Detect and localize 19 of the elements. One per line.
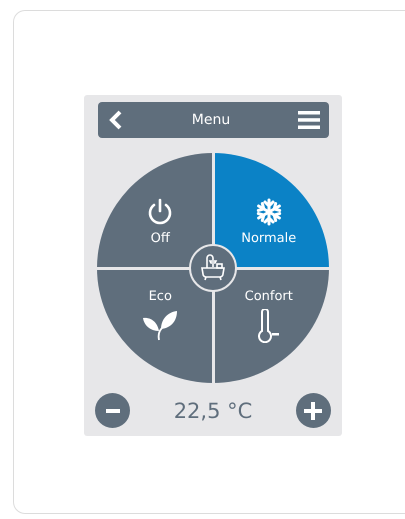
power-icon xyxy=(147,198,174,226)
back-button[interactable] xyxy=(108,110,124,130)
bathtub-icon xyxy=(199,254,227,282)
leaf-icon xyxy=(142,308,178,340)
mode-button[interactable]: Off xyxy=(97,153,212,266)
plus-icon xyxy=(303,400,324,420)
decrease-button[interactable] xyxy=(95,393,130,428)
mode-button[interactable]: Normale xyxy=(214,153,329,266)
increase-button[interactable] xyxy=(296,393,331,428)
mode-button[interactable]: Eco xyxy=(97,270,212,383)
temperature-value: 22,5 °C xyxy=(174,398,252,422)
minus-icon xyxy=(106,408,120,412)
thermometer-icon xyxy=(258,308,280,342)
menu-icon xyxy=(298,110,320,130)
back-icon xyxy=(108,110,124,130)
snowflake-icon xyxy=(254,198,283,226)
header-title: Menu xyxy=(192,112,230,128)
menu-button[interactable] xyxy=(298,110,320,130)
mode-button[interactable]: Confort xyxy=(214,270,329,383)
